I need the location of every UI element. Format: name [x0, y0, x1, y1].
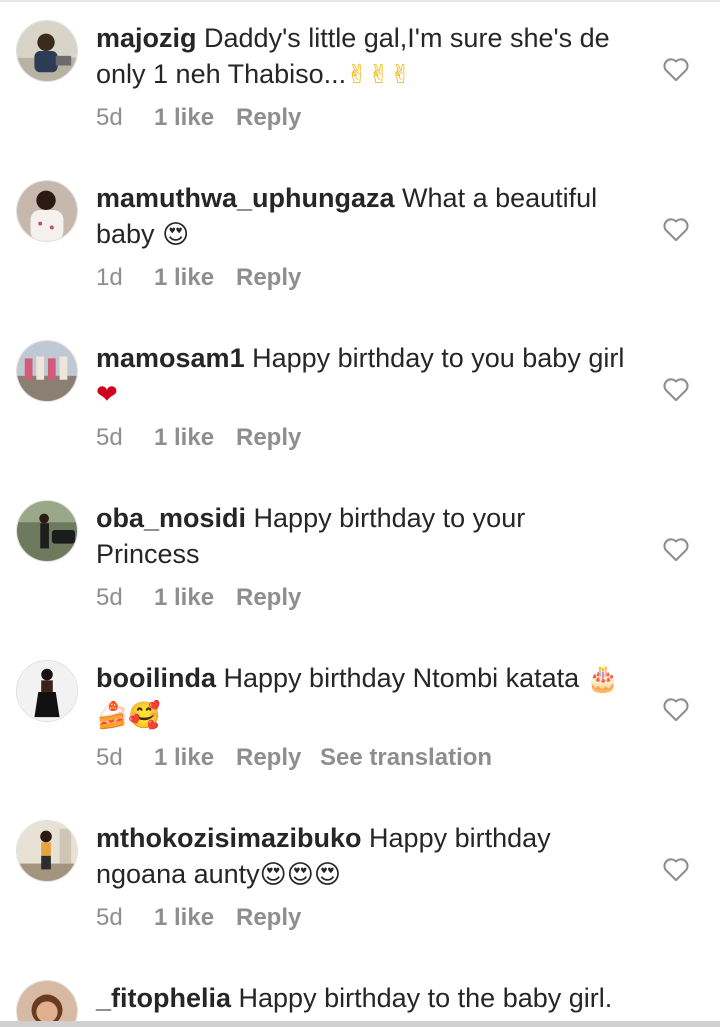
reply-button[interactable]: Reply — [236, 584, 320, 612]
heart-outline-icon — [663, 698, 689, 722]
comment-time: 5d — [96, 104, 123, 131]
comment-text: booilinda Happy birthday Ntombi katata 🎂… — [96, 660, 636, 734]
comment-time: 5d — [96, 744, 123, 771]
like-button[interactable] — [662, 216, 690, 242]
like-button[interactable] — [662, 376, 690, 402]
comment-text: mamosam1 Happy birthday to you baby girl… — [96, 340, 636, 413]
comment-likes[interactable]: 1 like — [154, 904, 236, 932]
avatar[interactable] — [16, 660, 78, 722]
comment-username[interactable]: mamuthwa_uphungaza — [96, 183, 395, 213]
like-button[interactable] — [662, 536, 690, 562]
comment-text: mamuthwa_uphungaza What a beautiful baby… — [96, 180, 636, 253]
reply-button[interactable]: Reply — [236, 744, 320, 772]
comment-item: mthokozisimazibuko Happy birthday ngoana… — [0, 800, 720, 960]
comment-emoji: ❤ — [96, 380, 118, 410]
bottom-edge — [0, 1021, 720, 1027]
comment-likes[interactable]: 1 like — [154, 424, 236, 452]
comment-username[interactable]: majozig — [96, 23, 197, 53]
avatar[interactable] — [16, 820, 78, 882]
comment-meta: 5d 1 like Reply See translation — [96, 744, 492, 772]
comment-time: 1d — [96, 264, 123, 291]
comment-text: mthokozisimazibuko Happy birthday ngoana… — [96, 820, 636, 893]
comment-item: majozig Daddy's little gal,I'm sure she'… — [0, 0, 720, 160]
heart-outline-icon — [663, 58, 689, 82]
comment-body: Happy birthday to you baby girl — [252, 343, 625, 373]
comment-likes[interactable]: 1 like — [154, 584, 236, 612]
heart-outline-icon — [663, 378, 689, 402]
comment-likes[interactable]: 1 like — [154, 744, 236, 772]
comment-meta: 5d 1 like Reply — [96, 424, 320, 452]
avatar[interactable] — [16, 500, 78, 562]
comment-item: oba_mosidi Happy birthday to your Prince… — [0, 480, 720, 640]
comment-time: 5d — [96, 584, 123, 611]
reply-button[interactable]: Reply — [236, 904, 320, 932]
heart-outline-icon — [663, 858, 689, 882]
comment-emoji: 😍😍😍 — [259, 860, 341, 890]
heart-outline-icon — [663, 538, 689, 562]
comment-username[interactable]: booilinda — [96, 663, 216, 693]
comment-meta: 5d 1 like Reply — [96, 584, 320, 612]
comment-emoji: ✌✌✌ — [346, 60, 412, 90]
comment-likes[interactable]: 1 like — [154, 264, 236, 292]
comment-item: booilinda Happy birthday Ntombi katata 🎂… — [0, 640, 720, 800]
avatar[interactable] — [16, 980, 78, 1027]
comment-username[interactable]: mamosam1 — [96, 343, 245, 373]
comment-meta: 5d 1 like Reply — [96, 104, 320, 132]
avatar[interactable] — [16, 180, 78, 242]
like-button[interactable] — [662, 56, 690, 82]
comment-time: 5d — [96, 424, 123, 451]
comment-item: _fitophelia Happy birthday to the baby g… — [0, 960, 720, 1027]
like-button[interactable] — [662, 696, 690, 722]
comment-username[interactable]: oba_mosidi — [96, 503, 246, 533]
like-button[interactable] — [662, 856, 690, 882]
comment-meta: 5d 1 like Reply — [96, 904, 320, 932]
heart-outline-icon — [663, 218, 689, 242]
reply-button[interactable]: Reply — [236, 424, 320, 452]
comment-item: mamosam1 Happy birthday to you baby girl… — [0, 320, 720, 480]
comment-meta: 1d 1 like Reply — [96, 264, 320, 292]
comment-text: majozig Daddy's little gal,I'm sure she'… — [96, 20, 636, 93]
comment-item: mamuthwa_uphungaza What a beautiful baby… — [0, 160, 720, 320]
comment-text: oba_mosidi Happy birthday to your Prince… — [96, 500, 636, 572]
comment-body: Happy birthday Ntombi katata — [223, 663, 580, 693]
avatar[interactable] — [16, 340, 78, 402]
comment-time: 5d — [96, 904, 123, 931]
comment-likes[interactable]: 1 like — [154, 104, 236, 132]
reply-button[interactable]: Reply — [236, 104, 320, 132]
comment-username[interactable]: mthokozisimazibuko — [96, 823, 362, 853]
avatar[interactable] — [16, 20, 78, 82]
see-translation-button[interactable]: See translation — [320, 744, 492, 772]
comment-username[interactable]: _fitophelia — [96, 983, 231, 1013]
reply-button[interactable]: Reply — [236, 264, 320, 292]
comment-emoji: 😍 — [162, 220, 190, 250]
comment-body: Happy birthday to the baby girl. — [238, 983, 613, 1013]
comment-text: _fitophelia Happy birthday to the baby g… — [96, 980, 636, 1016]
